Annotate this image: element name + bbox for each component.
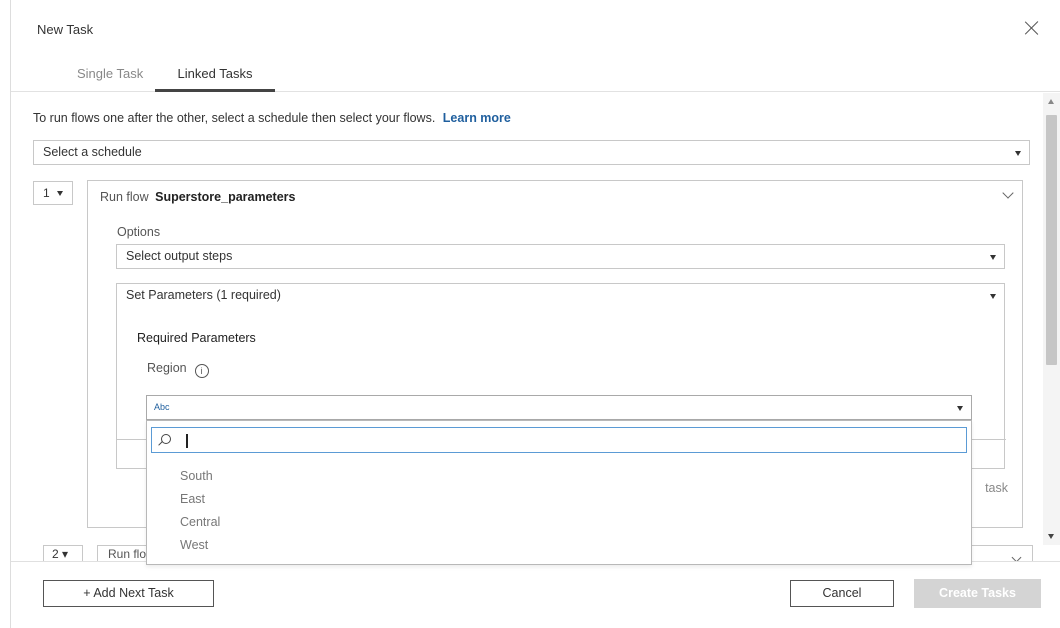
task-2-number: 2: [52, 547, 59, 561]
tab-single-task[interactable]: Single Task: [63, 66, 157, 92]
run-flow-label: Run flow: [100, 190, 149, 204]
scroll-thumb[interactable]: [1046, 115, 1057, 365]
search-icon: [161, 434, 171, 444]
intro-description: To run flows one after the other, select…: [33, 111, 436, 125]
search-input[interactable]: [151, 427, 967, 453]
set-parameters-select[interactable]: Set Parameters (1 required): [116, 283, 1005, 308]
chevron-down-icon[interactable]: [1011, 552, 1022, 561]
scroll-up-icon[interactable]: [1048, 99, 1054, 104]
output-steps-select[interactable]: Select output steps: [116, 244, 1005, 269]
output-steps-value: Select output steps: [126, 249, 233, 263]
close-icon[interactable]: [1022, 18, 1042, 38]
chevron-down-icon[interactable]: [1002, 187, 1014, 199]
create-tasks-button[interactable]: Create Tasks: [914, 579, 1041, 608]
add-task-hint: task: [985, 481, 1008, 495]
dropdown-option[interactable]: Central: [180, 515, 220, 529]
dialog-footer: + Add Next Task Cancel Create Tasks: [11, 561, 1060, 628]
cancel-button[interactable]: Cancel: [790, 580, 894, 607]
intro-text: To run flows one after the other, select…: [33, 111, 511, 125]
dropdown-option[interactable]: South: [180, 469, 213, 483]
schedule-select-value: Select a schedule: [43, 145, 142, 159]
caret-down-icon: [1015, 151, 1021, 156]
tab-linked-tasks[interactable]: Linked Tasks: [155, 66, 275, 92]
task-1-number: 1: [43, 186, 50, 200]
dialog-title: New Task: [37, 22, 94, 37]
region-value-select[interactable]: Abc: [146, 395, 972, 420]
caret-down-icon: [57, 191, 63, 196]
caret-down-icon: [990, 294, 996, 299]
region-parameter-label: Region i: [147, 361, 209, 378]
set-parameters-value: Set Parameters (1 required): [126, 288, 281, 302]
task-1-header: Run flow Superstore_parameters: [100, 190, 295, 204]
region-dropdown-list: South East Central West: [146, 420, 972, 565]
dropdown-option[interactable]: West: [180, 538, 208, 552]
caret-down-icon: [990, 255, 996, 260]
region-label-text: Region: [147, 361, 187, 375]
text-cursor: [186, 434, 188, 448]
task-2-order-select[interactable]: 2 ▾: [43, 545, 83, 561]
schedule-select[interactable]: Select a schedule: [33, 140, 1030, 165]
parameter-type-label: Abc: [154, 402, 170, 412]
options-label: Options: [117, 225, 161, 239]
vertical-scrollbar[interactable]: [1043, 93, 1060, 545]
learn-more-link[interactable]: Learn more: [443, 111, 511, 125]
info-icon[interactable]: i: [194, 364, 209, 378]
dropdown-option[interactable]: East: [180, 492, 205, 506]
tab-bar: Single Task Linked Tasks: [11, 58, 1060, 92]
task-1-order-select[interactable]: 1: [33, 181, 73, 205]
required-parameters-heading: Required Parameters: [137, 331, 256, 345]
scroll-down-icon[interactable]: [1048, 534, 1054, 539]
add-next-task-button[interactable]: + Add Next Task: [43, 580, 214, 607]
flow-name: Superstore_parameters: [155, 190, 296, 204]
caret-down-icon: [957, 406, 963, 411]
